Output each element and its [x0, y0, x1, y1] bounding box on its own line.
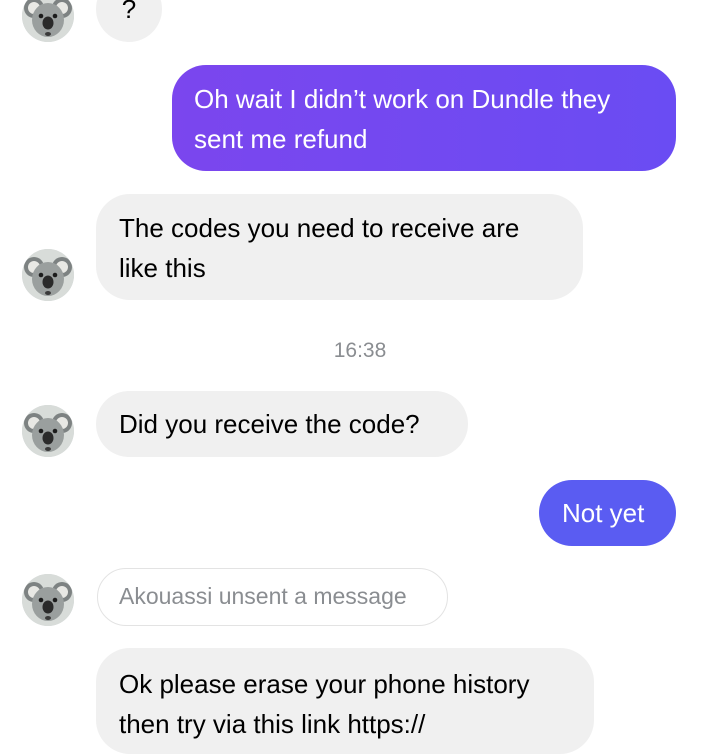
outgoing-message-bubble[interactable]: Oh wait I didn’t work on Dundle they sen…: [172, 65, 676, 171]
incoming-message-bubble[interactable]: Ok please erase your phone history then …: [96, 648, 594, 754]
koala-avatar-icon[interactable]: [22, 249, 74, 301]
message-text: Not yet: [562, 498, 645, 528]
unsent-message-notice: Akouassi unsent a message: [97, 568, 448, 626]
message-text-line: The codes you need to receive are: [119, 213, 520, 243]
koala-avatar-icon[interactable]: [22, 0, 74, 42]
message-text: Did you receive the code?: [119, 409, 420, 439]
message-timestamp: 16:38: [333, 339, 387, 362]
incoming-message-bubble[interactable]: ?: [96, 0, 162, 42]
incoming-message-bubble[interactable]: The codes you need to receive are like t…: [96, 194, 583, 300]
koala-avatar-icon[interactable]: [22, 405, 74, 457]
incoming-message-bubble[interactable]: Did you receive the code?: [96, 391, 468, 457]
message-text-line: then try via this link https://: [119, 709, 426, 739]
unsent-notice-text: Akouassi unsent a message: [119, 583, 407, 609]
outgoing-message-bubble[interactable]: Not yet: [539, 480, 676, 546]
message-text-line: Oh wait I didn’t work on Dundle they: [194, 84, 611, 114]
message-text: ?: [121, 0, 137, 24]
message-text-line: like this: [119, 253, 206, 283]
koala-avatar-icon[interactable]: [22, 574, 74, 626]
message-text-line: sent me refund: [194, 124, 368, 154]
message-text-line: Ok please erase your phone history: [119, 669, 530, 699]
message-thread: ? Oh wait I didn’t work on Dundle they s…: [0, 0, 720, 754]
